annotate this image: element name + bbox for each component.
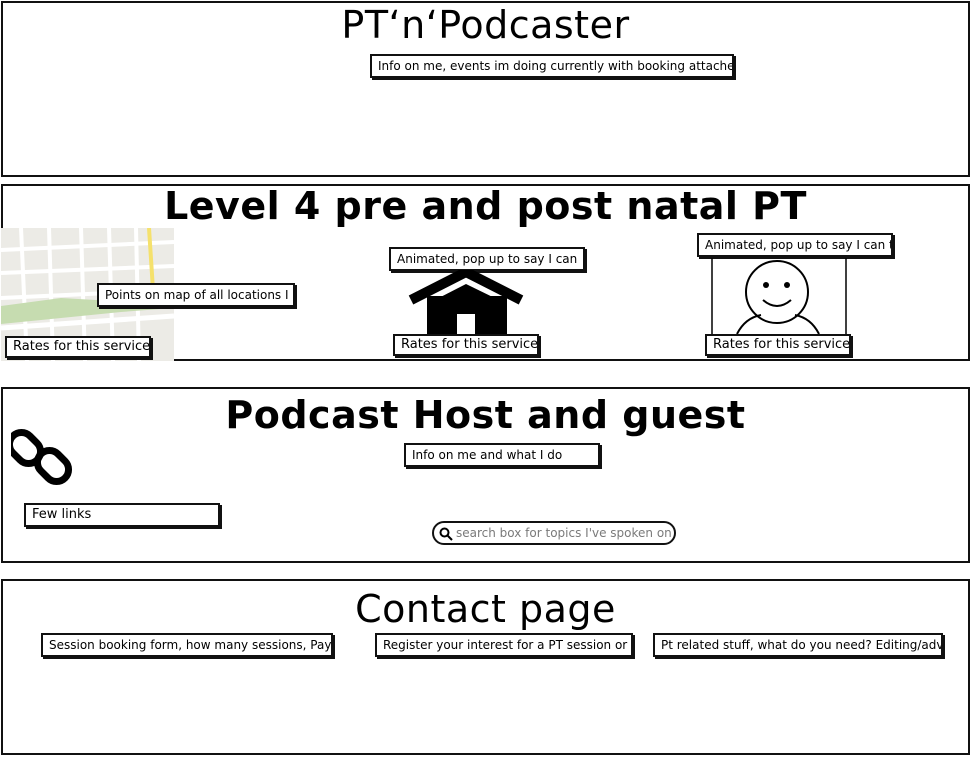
pt-section-title: Level 4 pre and post natal PT <box>164 184 807 228</box>
podcast-info-note: Info on me and what I do <box>404 443 600 467</box>
podcast-section: Podcast Host and guest Info on me and wh… <box>1 387 970 563</box>
home-rates-note: Rates for this service <box>393 334 539 356</box>
register-interest-note[interactable]: Register your interest for a PT session … <box>375 633 633 657</box>
podcast-section-title: Podcast Host and guest <box>225 393 746 437</box>
person-icon <box>711 258 847 335</box>
site-title: PT‘n‘Podcaster <box>341 3 630 47</box>
topic-search-input[interactable]: search box for topics I've spoken on <box>432 521 676 545</box>
pt-stuff-note[interactable]: Pt related stuff, what do you need? Edit… <box>653 633 943 657</box>
map-rates-note: Rates for this service <box>5 336 151 358</box>
booking-form-note[interactable]: Session booking form, how many sessions,… <box>41 633 333 657</box>
pt-section: Level 4 pre and post natal PT Points on … <box>1 184 970 361</box>
home-popup-note: Animated, pop up to say I can <box>389 247 585 271</box>
contact-section-title: Contact page <box>355 587 616 631</box>
person-rates-note: Rates for this service <box>705 334 851 356</box>
few-links-note[interactable]: Few links <box>24 503 220 527</box>
map-locations-note: Points on map of all locations I <box>97 283 295 307</box>
header-section: PT‘n‘Podcaster Info on me, events im doi… <box>1 1 970 177</box>
search-placeholder: search box for topics I've spoken on <box>456 526 672 540</box>
header-info-note: Info on me, events im doing currently wi… <box>370 54 734 78</box>
contact-section: Contact page Session booking form, how m… <box>1 579 970 755</box>
link-icon[interactable] <box>5 427 73 487</box>
person-popup-note: Animated, pop up to say I can t <box>697 233 893 257</box>
home-icon <box>407 266 525 336</box>
search-icon <box>439 527 453 541</box>
